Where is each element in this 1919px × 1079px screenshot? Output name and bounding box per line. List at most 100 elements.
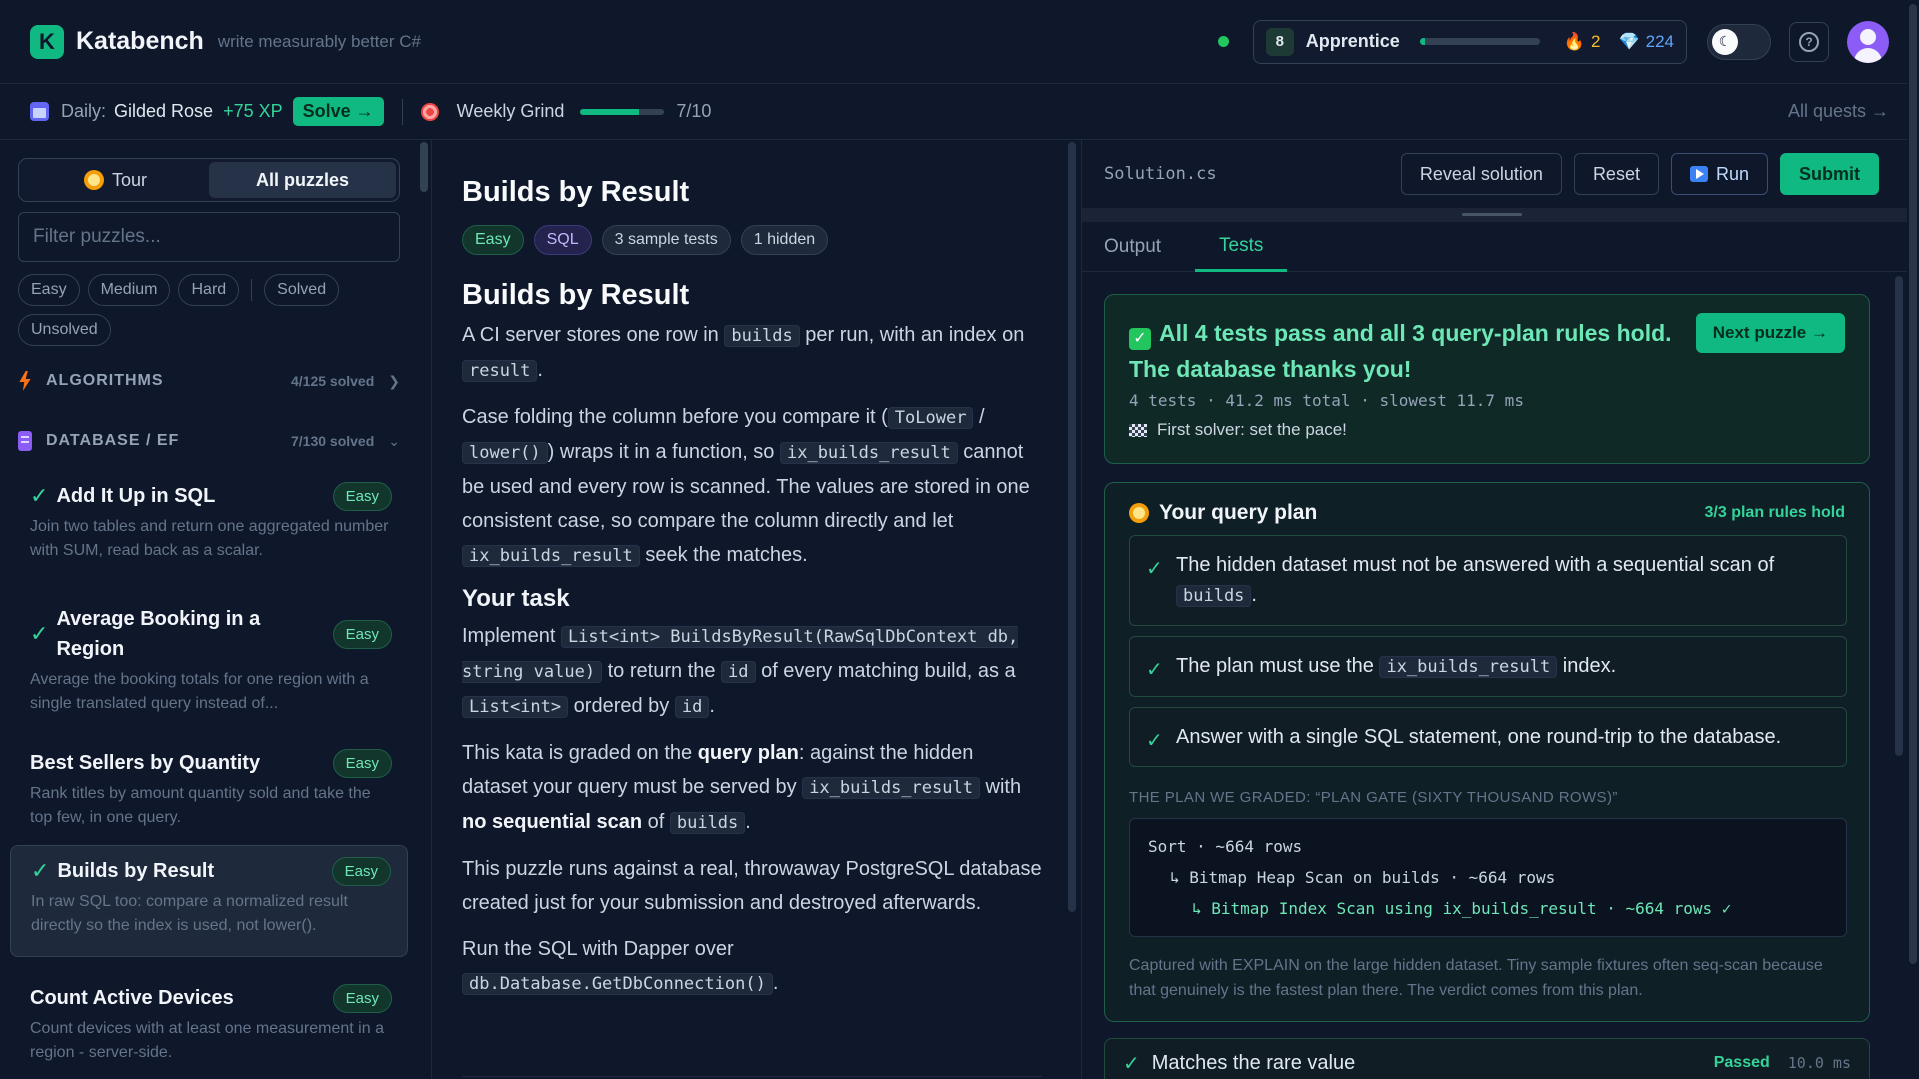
plan-rule-single-statement: ✓ Answer with a single SQL statement, one… (1129, 707, 1847, 767)
divider (401, 98, 403, 125)
rank-widget[interactable]: 8 Apprentice 🔥 2 💎 224 (1252, 19, 1687, 64)
calendar-icon (30, 102, 49, 121)
puzzle-item-best-sellers[interactable]: Best Sellers by Quantity Easy Rank title… (10, 738, 408, 830)
divider (462, 1076, 1042, 1077)
pass-stats: 4 tests · 41.2 ms total · slowest 11.7 m… (1129, 391, 1524, 410)
tab-output[interactable]: Output (1104, 222, 1185, 272)
run-button[interactable]: Run (1670, 153, 1768, 195)
tagline: write measurably better C# (217, 31, 421, 51)
compass-icon (83, 170, 104, 190)
difficulty-badge: Easy (332, 619, 392, 649)
compass-icon (1129, 503, 1149, 523)
quest-bar: Daily: Gilded Rose +75 XP Solve → Weekly… (0, 84, 1919, 140)
query-plan-title: Your query plan (1159, 501, 1318, 524)
puzzle-title: Average Booking in a Region (56, 608, 261, 660)
submit-button[interactable]: Submit (1780, 153, 1879, 195)
plan-note: Captured with EXPLAIN on the large hidde… (1129, 957, 1823, 999)
rank-progress-bar (1419, 38, 1540, 45)
query-plan-card: Your query plan 3/3 plan rules hold ✓ The… (1104, 482, 1870, 1022)
run-label: Run (1715, 163, 1749, 184)
check-icon: ✓ (1123, 1052, 1140, 1075)
puzzle-title: Builds by Result (57, 860, 215, 882)
weekly-quest-label: Weekly Grind (456, 101, 565, 121)
puzzle-item-builds-by-result[interactable]: ✓ Builds by Result Easy In raw SQL too: … (10, 845, 408, 957)
editor-toolbar: Solution.cs Reveal solution Reset Run Su… (1082, 140, 1919, 208)
all-quests-link[interactable]: All quests → (1788, 101, 1889, 122)
tag-hidden-tests: 1 hidden (740, 225, 829, 255)
daily-label: Daily: (61, 101, 107, 121)
puzzle-item-count-active-devices[interactable]: Count Active Devices Easy Count devices … (10, 973, 408, 1065)
sidebar-mode-toggle: Tour All puzzles (18, 158, 400, 202)
puzzle-description: Average the booking totals for one regio… (30, 671, 369, 712)
filter-chip-easy[interactable]: Easy (18, 274, 80, 306)
check-icon: ✓ (1146, 659, 1163, 681)
top-bar: K Katabench write measurably better C# 8… (0, 0, 1919, 84)
chevron-down-icon: ⌄ (388, 432, 400, 449)
solve-daily-button[interactable]: Solve → (292, 97, 384, 126)
chip-divider (251, 279, 253, 301)
description-scrollbar[interactable] (1068, 142, 1076, 912)
filter-chip-solved[interactable]: Solved (264, 274, 340, 306)
difficulty-badge: Easy (332, 983, 392, 1013)
help-button[interactable]: ? (1789, 21, 1829, 62)
brand-name[interactable]: Katabench (76, 27, 204, 56)
tab-tour[interactable]: Tour (22, 162, 209, 198)
streak-value: 2 (1590, 31, 1601, 51)
play-icon (1689, 166, 1708, 182)
page-scrollbar[interactable] (1909, 4, 1917, 964)
solved-check-icon: ✓ (31, 858, 50, 883)
rank-level-badge: 8 (1265, 27, 1294, 56)
checkered-flag-icon (1129, 423, 1147, 437)
grading-paragraph: This kata is graded on the query plan: a… (462, 742, 1022, 834)
tag-language: SQL (533, 225, 592, 255)
weekly-count: 7/10 (676, 101, 712, 121)
online-status-dot (1217, 36, 1229, 47)
plan-line: ↳ Bitmap Heap Scan on builds · ~664 rows (1170, 868, 1556, 887)
database-icon (18, 431, 32, 451)
solved-check-icon: ✓ (30, 621, 49, 646)
weekly-progress-fill (580, 108, 640, 115)
panel-resize-handle[interactable] (1082, 208, 1919, 222)
flame-icon: 🔥 (1563, 31, 1585, 51)
database-paragraph: This puzzle runs against a real, throwaw… (462, 858, 1042, 914)
plan-rule-use-index: ✓ The plan must use the ix_builds_result … (1129, 636, 1847, 697)
filter-chip-medium[interactable]: Medium (87, 274, 171, 306)
daily-quest-name[interactable]: Gilded Rose (114, 101, 213, 122)
test-result-row[interactable]: ✓ Matches the rare value Passed 10.0 ms (1104, 1038, 1870, 1079)
page-title: Builds by Result (462, 176, 690, 208)
plan-line: Sort · ~664 rows (1148, 837, 1303, 856)
rank-progress-fill (1419, 38, 1425, 45)
puzzle-title: Best Sellers by Quantity (30, 752, 261, 774)
target-icon (420, 102, 439, 121)
puzzle-sidebar: Tour All puzzles Easy Medium Hard Solved… (0, 140, 432, 1079)
puzzle-item-average-booking[interactable]: ✓ Average Booking in a Region Easy Avera… (10, 594, 408, 716)
reset-button[interactable]: Reset (1573, 153, 1659, 195)
tab-tests[interactable]: Tests (1195, 222, 1288, 272)
rank-name: Apprentice (1305, 31, 1400, 51)
theme-toggle[interactable]: ☾ (1707, 23, 1771, 60)
daily-xp: +75 XP (223, 101, 283, 121)
gem-value: 224 (1645, 31, 1674, 51)
filter-chip-unsolved[interactable]: Unsolved (18, 314, 111, 346)
user-avatar[interactable] (1847, 20, 1889, 63)
tab-all-puzzles[interactable]: All puzzles (209, 162, 396, 198)
gem-icon: 💎 (1618, 31, 1640, 51)
streak-counter: 🔥 2 (1564, 32, 1601, 52)
tag-difficulty: Easy (462, 225, 524, 255)
filter-puzzles-input[interactable] (18, 212, 400, 262)
reveal-solution-button[interactable]: Reveal solution (1400, 153, 1562, 195)
sidebar-scrollbar[interactable] (420, 142, 428, 192)
section-database-ef[interactable]: DATABASE / EF 7/130 solved ⌄ (18, 431, 400, 451)
k-logo-icon[interactable]: K (30, 24, 64, 59)
puzzle-description: In raw SQL too: compare a normalized res… (31, 893, 348, 934)
editor-results-panel: Solution.cs Reveal solution Reset Run Su… (1082, 140, 1919, 1079)
results-scrollbar[interactable] (1895, 276, 1903, 756)
filter-chip-hard[interactable]: Hard (178, 274, 240, 306)
section-algorithms[interactable]: ALGORITHMS 4/125 solved ❯ (18, 371, 400, 391)
next-puzzle-button[interactable]: Next puzzle → (1695, 313, 1845, 353)
plan-line: ↳ Bitmap Index Scan using ix_builds_resu… (1192, 899, 1732, 918)
test-duration: 10.0 ms (1787, 1054, 1851, 1072)
puzzle-item-add-it-up[interactable]: ✓ Add It Up in SQL Easy Join two tables … (10, 471, 408, 563)
puzzle-tags: Easy SQL 3 sample tests 1 hidden (462, 225, 1042, 255)
description-heading: Builds by Result (462, 279, 690, 311)
